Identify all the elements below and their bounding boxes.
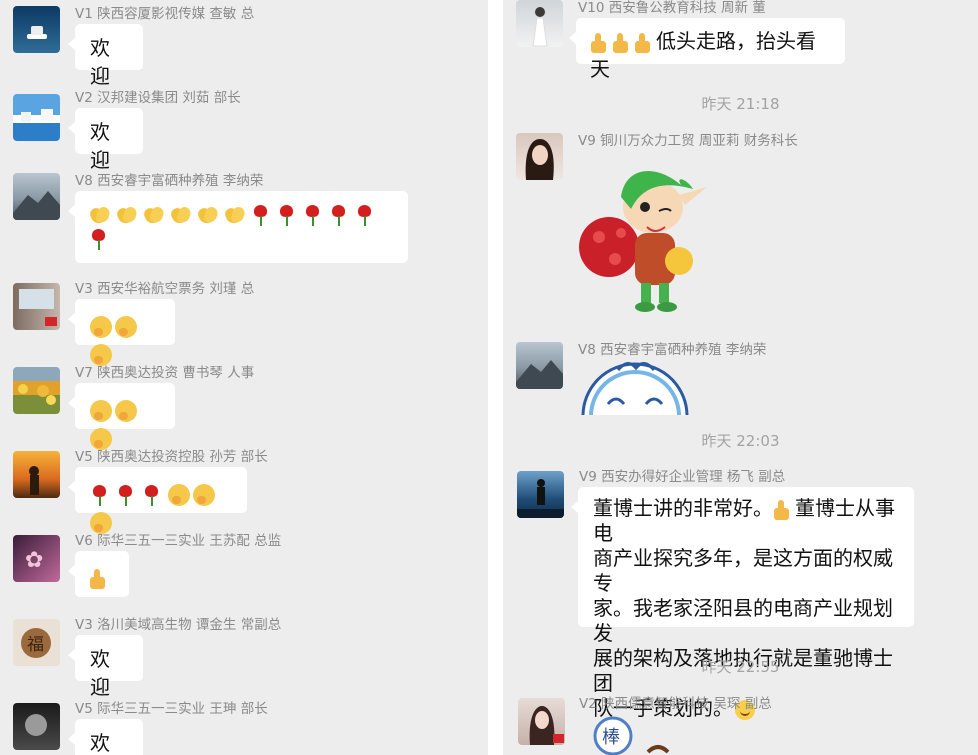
clapping-hands-icon — [197, 204, 219, 226]
hug-emoji-icon — [115, 315, 137, 338]
sender-name: V9 西安办得好企业管理 杨飞 副总 — [579, 469, 786, 485]
rose-icon — [329, 204, 349, 226]
sticker[interactable] — [578, 356, 693, 415]
avatar[interactable]: 福 — [13, 619, 60, 666]
avatar[interactable] — [516, 0, 563, 47]
sender-name: V2 汉邦建设集团 刘茹 部长 — [75, 90, 241, 106]
thumbs-up-icon — [612, 32, 632, 54]
sender-name: V5 陕西奥达投资控股 孙芳 部长 — [75, 449, 268, 465]
message: V9 铜川万众力工贸 周亚莉 财务科长 — [503, 129, 978, 329]
rose-icon — [303, 204, 323, 226]
svg-text:福: 福 — [27, 635, 44, 655]
sender-name: V3 洛川美域高生物 谭金生 常副总 — [75, 617, 282, 633]
avatar[interactable] — [13, 367, 60, 414]
message: V5 际华三五一三实业 王珅 部长 欢迎 — [0, 697, 488, 755]
rose-icon — [277, 204, 297, 226]
avatar[interactable] — [13, 451, 60, 498]
timestamp: 昨天 22:55 — [701, 658, 780, 676]
message: V10 西安鲁公教育科技 周新 董 低头走路，抬头看天 — [503, 0, 978, 81]
avatar[interactable] — [13, 6, 60, 53]
clapping-hands-icon — [224, 204, 246, 226]
hug-emoji-icon — [90, 315, 112, 338]
message-bubble[interactable]: 欢迎 — [68, 635, 143, 699]
avatar[interactable] — [13, 173, 60, 220]
rose-icon — [251, 204, 271, 226]
avatar[interactable] — [13, 703, 60, 750]
message: V1 陕西容厦影视传媒 查敏 总 欢迎 — [0, 2, 488, 88]
rose-icon — [89, 228, 109, 250]
avatar[interactable] — [517, 471, 564, 518]
sticker[interactable]: 棒 — [588, 712, 678, 755]
avatar[interactable] — [13, 283, 60, 330]
message-text-line: 董博士讲的非常好。 — [593, 496, 773, 520]
message: V7 陕西奥达投资 曹书琴 人事 — [0, 361, 488, 450]
hug-emoji-icon — [168, 483, 190, 506]
avatar[interactable] — [516, 342, 563, 389]
clapping-hands-icon — [116, 204, 138, 226]
clapping-hands-icon — [143, 204, 165, 226]
message-text-line: 家。我老家泾阳县的电商产业规划发 — [593, 596, 893, 645]
hug-emoji-icon — [115, 399, 137, 422]
thumbs-up-icon — [590, 32, 610, 54]
avatar[interactable]: ✿ — [13, 535, 60, 582]
timestamp: 昨天 22:03 — [701, 432, 780, 450]
clapping-hands-icon — [89, 204, 111, 226]
message: V9 西安办得好企业管理 杨飞 副总 董博士讲的非常好。 董博士从事电 商产业探究… — [503, 465, 978, 720]
thumbs-up-icon — [89, 568, 109, 590]
hug-emoji-icon — [90, 399, 112, 422]
emoji-message-bubble[interactable] — [68, 299, 175, 366]
sender-name: V10 西安鲁公教育科技 周新 董 — [578, 0, 766, 16]
rose-icon — [355, 204, 375, 226]
message: V8 西安睿宇富硒种养殖 李纳荣 — [0, 169, 488, 269]
svg-text:✿: ✿ — [25, 548, 43, 573]
message-text-line: 商产业探究多年，是这方面的权威专 — [593, 546, 893, 595]
message: ✿ V6 际华三五一三实业 王苏配 总监 — [0, 529, 488, 609]
message-bubble[interactable]: 欢迎 — [68, 24, 143, 88]
clapping-hands-icon — [170, 204, 192, 226]
thumbs-up-icon — [634, 32, 654, 54]
message-bubble[interactable]: 低头走路，抬头看天 — [569, 18, 845, 81]
avatar[interactable] — [13, 94, 60, 141]
sender-name: V8 西安睿宇富硒种养殖 李纳荣 — [75, 173, 264, 189]
sticker[interactable] — [575, 149, 715, 324]
sender-name: V1 陕西容厦影视传媒 查敏 总 — [75, 6, 255, 22]
avatar[interactable] — [518, 698, 565, 745]
rose-icon — [90, 484, 110, 506]
emoji-message-bubble[interactable] — [68, 551, 129, 597]
message-bubble[interactable]: 欢迎 — [68, 719, 143, 755]
thumbs-up-icon — [773, 499, 793, 521]
sticker-text: 棒 — [602, 727, 620, 748]
message: V8 西安睿宇富硒种养殖 李纳荣 — [503, 338, 978, 418]
message: V2 陕西儒意智能科技 吴琛 副总 棒 — [503, 692, 978, 755]
rose-icon — [142, 484, 162, 506]
message: V5 陕西奥达投资控股 孙芳 部长 — [0, 445, 488, 534]
chat-panel-left[interactable]: V1 陕西容厦影视传媒 查敏 总 欢迎 V2 汉邦建设集团 刘茹 部长 欢迎 V… — [0, 0, 488, 755]
avatar[interactable] — [516, 133, 563, 180]
emoji-message-bubble[interactable] — [68, 191, 408, 263]
emoji-message-bubble[interactable] — [68, 467, 247, 534]
timestamp: 昨天 21:18 — [701, 95, 780, 113]
message: 福 V3 洛川美域高生物 谭金生 常副总 欢迎 — [0, 613, 488, 699]
chat-panel-right[interactable]: V10 西安鲁公教育科技 周新 董 低头走路，抬头看天 昨天 21:18 V9 … — [503, 0, 978, 755]
sender-name: V6 际华三五一三实业 王苏配 总监 — [75, 533, 282, 549]
message-bubble[interactable]: 董博士讲的非常好。 董博士从事电 商产业探究多年，是这方面的权威专 家。我老家泾阳… — [571, 487, 914, 720]
sender-name: V8 西安睿宇富硒种养殖 李纳荣 — [578, 342, 767, 358]
message-bubble[interactable]: 欢迎 — [68, 108, 143, 172]
message: V2 汉邦建设集团 刘茹 部长 欢迎 — [0, 86, 488, 172]
message: V3 西安华裕航空票务 刘瑾 总 — [0, 277, 488, 366]
sender-name: V3 西安华裕航空票务 刘瑾 总 — [75, 281, 255, 297]
sender-name: V5 际华三五一三实业 王珅 部长 — [75, 701, 268, 717]
sender-name: V9 铜川万众力工贸 周亚莉 财务科长 — [578, 133, 798, 149]
emoji-message-bubble[interactable] — [68, 383, 175, 450]
sender-name: V2 陕西儒意智能科技 吴琛 副总 — [579, 696, 772, 712]
rose-icon — [116, 484, 136, 506]
hug-emoji-icon — [193, 483, 215, 506]
sender-name: V7 陕西奥达投资 曹书琴 人事 — [75, 365, 255, 381]
